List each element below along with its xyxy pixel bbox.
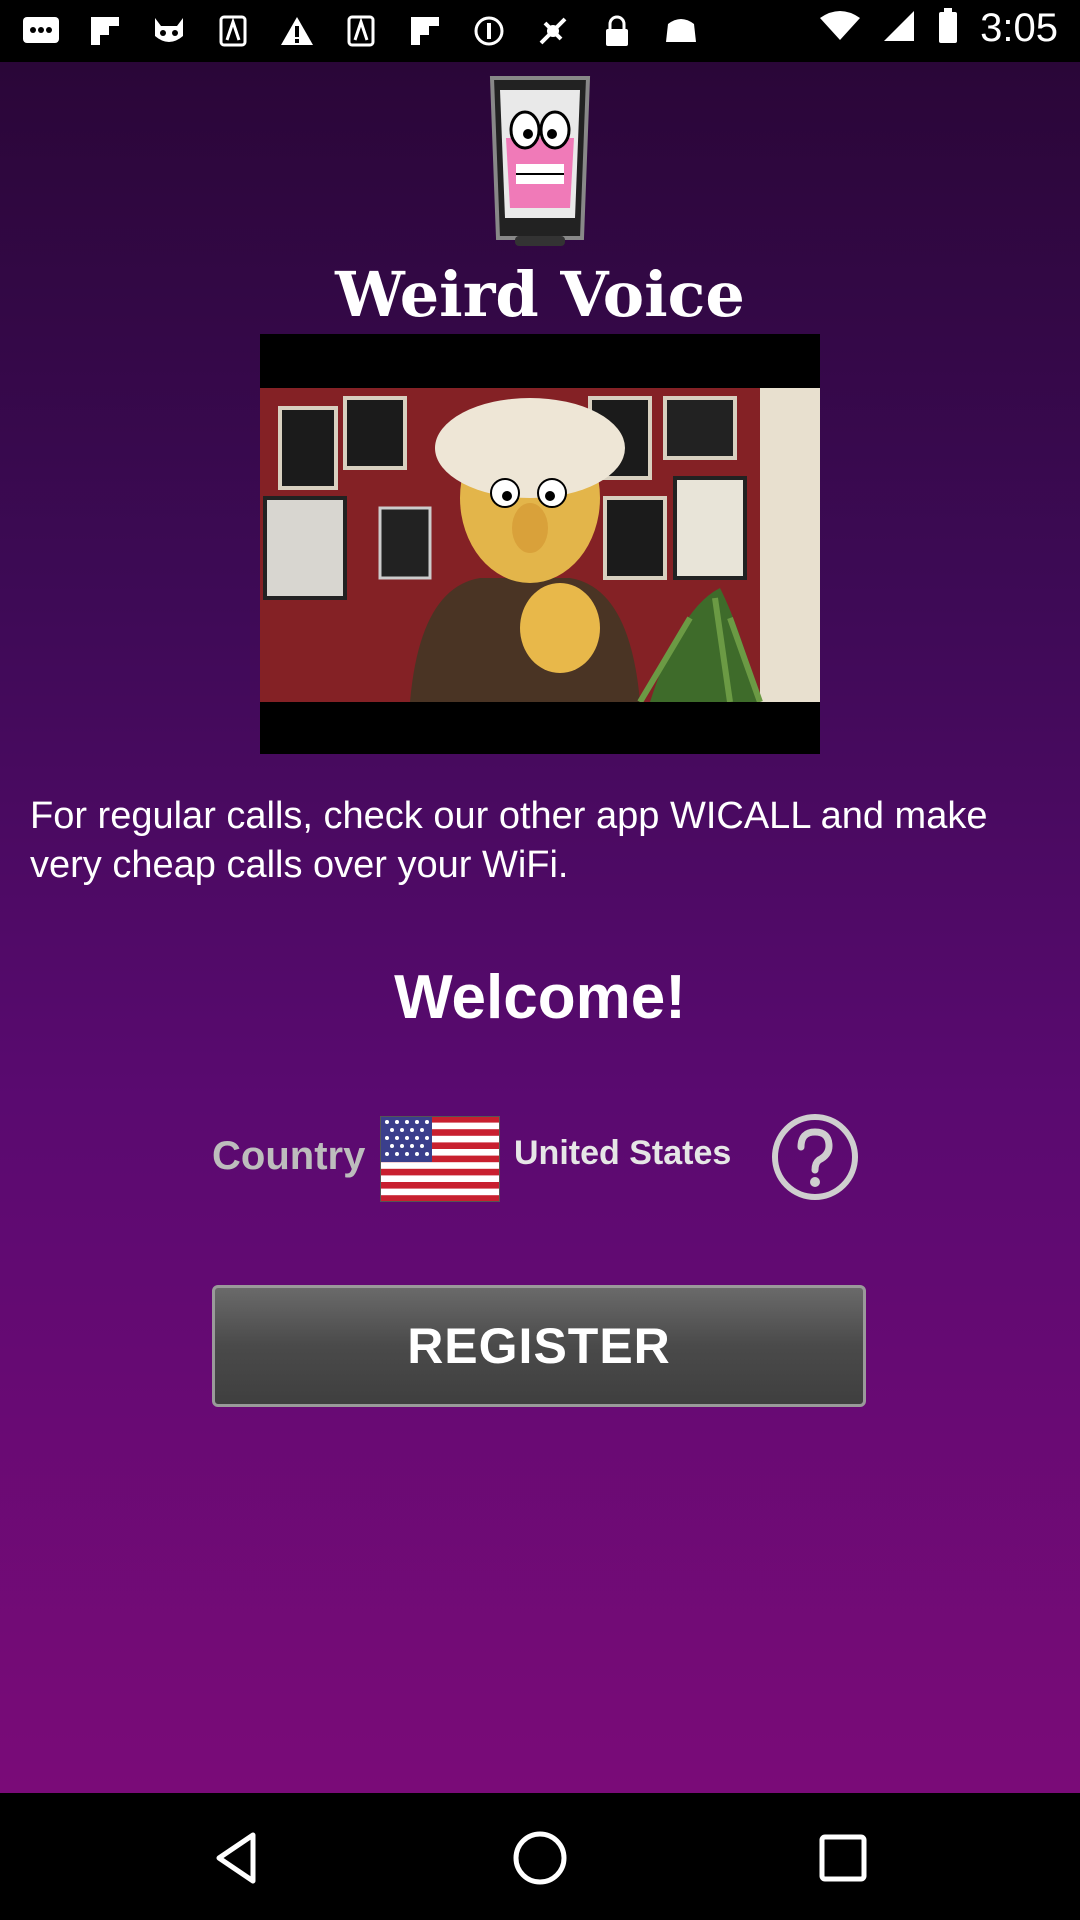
- welcome-heading: Welcome!: [394, 963, 686, 1032]
- wifi-icon: [820, 10, 861, 47]
- promo-text: For regular calls, check our other app W…: [30, 795, 988, 886]
- status-bar: 3:05: [0, 0, 1080, 62]
- flipboard-icon: [86, 12, 124, 50]
- country-selector[interactable]: Country United States: [0, 1112, 1080, 1212]
- battery-icon: [938, 8, 958, 49]
- video-thumbnail: [260, 388, 820, 702]
- video-player[interactable]: [260, 334, 820, 754]
- notification-icons: [22, 12, 700, 50]
- register-button[interactable]: REGISTER: [212, 1285, 866, 1407]
- clock: 3:05: [980, 6, 1058, 50]
- weird-voice-logo-icon: [470, 68, 610, 248]
- recent-apps-icon[interactable]: [808, 1823, 878, 1893]
- puzzle-icon: [214, 12, 252, 50]
- circle-icon: [470, 12, 508, 50]
- warning-icon: [278, 12, 316, 50]
- puzzle-icon: [342, 12, 380, 50]
- signal-icon: [882, 9, 916, 48]
- country-label: Country: [212, 1134, 366, 1178]
- us-flag-icon[interactable]: [379, 1115, 501, 1203]
- navigation-bar: [0, 1793, 1080, 1920]
- game-icon: [662, 12, 700, 50]
- country-name[interactable]: United States: [514, 1134, 731, 1173]
- help-icon[interactable]: [770, 1112, 860, 1202]
- cat-icon: [150, 12, 188, 50]
- message-icon: [22, 12, 60, 50]
- home-icon[interactable]: [505, 1823, 575, 1893]
- lock-icon: [598, 12, 636, 50]
- flipboard-icon: [406, 12, 444, 50]
- app-screen: Weird Voice For regular calls, check our…: [0, 62, 1080, 1793]
- app-title: Weird Voice: [335, 258, 745, 331]
- fake-gps-icon: [534, 12, 572, 50]
- back-icon[interactable]: [203, 1823, 273, 1893]
